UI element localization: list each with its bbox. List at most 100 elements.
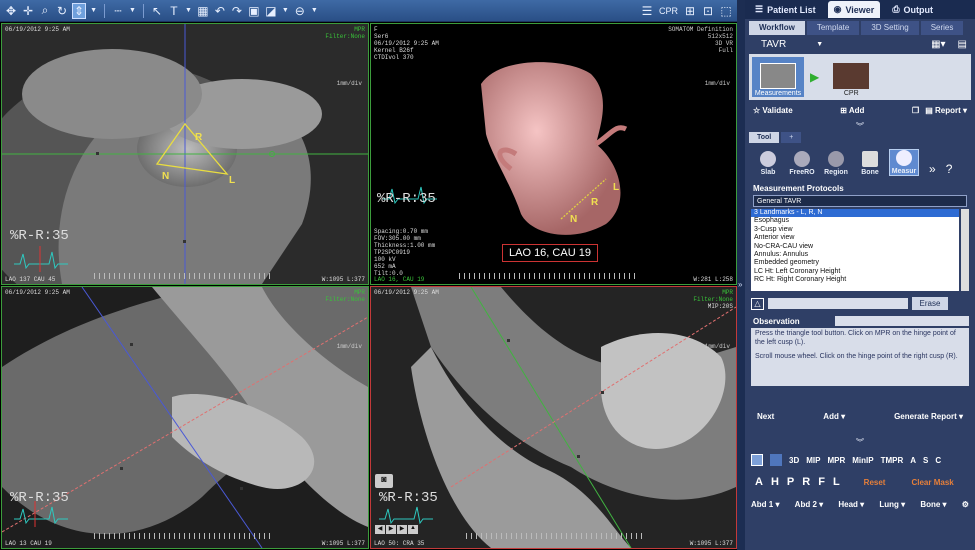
play-icon[interactable]: ▶ (810, 70, 819, 84)
chevron-down-icon[interactable]: ▼ (128, 3, 137, 19)
mode-3d[interactable]: 3D (789, 456, 799, 465)
mpr-viewport-top-left[interactable]: 06/19/2012 9:25 AM MPR Filter:None 1mm/d… (1, 23, 369, 285)
erase-button[interactable]: Erase (912, 297, 948, 310)
tab-workflow[interactable]: Workflow (749, 21, 805, 35)
clear-mask-button[interactable]: Clear Mask (911, 478, 953, 487)
link-icon[interactable]: ⊖ (293, 3, 307, 19)
mode-minip[interactable]: MinIP (852, 456, 873, 465)
chevron-down-icon[interactable]: ▼ (89, 3, 98, 19)
mpr-viewport-bottom-right[interactable]: 06/19/2012 9:25 AM MPR Filter:None MIP:2… (370, 286, 737, 549)
color-map-icon[interactable]: ◪ (264, 3, 278, 19)
window-level-icon[interactable]: ⇕ (72, 2, 87, 19)
validate-button[interactable]: ☆ Validate (753, 106, 793, 115)
copy-icon[interactable]: ❐ (912, 106, 919, 115)
panel-splitter[interactable]: » (737, 0, 745, 550)
list-item[interactable]: 3-Cusp view (751, 226, 959, 234)
mode-tmpr[interactable]: TMPR (881, 456, 904, 465)
snapshot-icon[interactable]: ▣ (247, 3, 261, 19)
play-icon[interactable]: ▶ (386, 525, 396, 534)
tool-bone[interactable]: Bone (855, 151, 885, 176)
mode-mip[interactable]: MIP (806, 456, 820, 465)
orient-a[interactable]: A (755, 476, 763, 488)
cpr-label[interactable]: CPR (658, 3, 679, 19)
triangle-tool-icon[interactable]: △ (751, 297, 764, 310)
next-button[interactable]: Next (757, 412, 774, 421)
mode-s[interactable]: S (923, 456, 928, 465)
redo-icon[interactable]: ↷ (230, 3, 244, 19)
rotate-icon[interactable]: ↻ (55, 3, 69, 19)
chevron-down-icon[interactable]: ︾ (745, 437, 975, 448)
orient-h[interactable]: H (771, 476, 779, 488)
list-item[interactable]: 3 Landmarks - L, R, N (751, 209, 959, 218)
tab-add[interactable]: + (781, 132, 802, 143)
fullscreen-icon[interactable]: ⬚ (719, 3, 733, 19)
protocol-select[interactable]: General TAVR (753, 195, 967, 207)
list-item[interactable]: RC Ht: Right Coronary Height (751, 276, 959, 284)
orient-f[interactable]: F (818, 476, 825, 488)
list-icon[interactable]: ☰ (640, 3, 654, 19)
undo-icon[interactable]: ↶ (213, 3, 227, 19)
preset-bone[interactable]: Bone ▾ (920, 500, 946, 509)
orient-l[interactable]: L (833, 476, 840, 488)
mode-mpr[interactable]: MPR (827, 456, 845, 465)
clipboard-icon[interactable]: ▤ (958, 39, 967, 50)
camera-icon[interactable]: ◙ (375, 474, 393, 488)
zoom-icon[interactable]: ⌕ (38, 3, 52, 19)
list-item[interactable]: Annulus: Annulus (751, 251, 959, 259)
tool-slab[interactable]: Slab (753, 151, 783, 176)
preset-lung[interactable]: Lung ▾ (879, 500, 905, 509)
reset-button[interactable]: Reset (864, 478, 886, 487)
thumb-cpr[interactable]: CPR (825, 57, 877, 97)
grid-icon[interactable]: ▦ (196, 3, 210, 19)
layout-icon[interactable]: ⊡ (701, 3, 715, 19)
help-icon[interactable]: ? (940, 162, 953, 176)
list-item[interactable]: Embedded geometry (751, 259, 959, 267)
generate-report-button[interactable]: Generate Report ▾ (894, 412, 963, 421)
ruler-icon[interactable]: ┄ (111, 3, 125, 19)
add-button[interactable]: ⊞ Add (840, 106, 864, 115)
tool-measure[interactable]: Measur (889, 149, 919, 176)
mode-a[interactable]: A (910, 456, 916, 465)
3d-viewport-top-right[interactable]: F Ser6 06/19/2012 9:25 AM Kernel B26f CT… (370, 23, 737, 285)
chevron-down-icon[interactable]: ︾ (745, 121, 975, 132)
single-view-icon[interactable] (751, 454, 763, 466)
tool-region[interactable]: Region (821, 151, 851, 176)
list-item[interactable]: Anterior view (751, 234, 959, 242)
tab-tool[interactable]: Tool (749, 132, 780, 143)
preset-abd-1[interactable]: Abd 1 ▾ (751, 500, 779, 509)
tab-series[interactable]: Series (920, 21, 964, 35)
next-icon[interactable]: ▶ (397, 525, 407, 534)
report-button[interactable]: ▤ Report ▾ (925, 106, 967, 115)
thumb-measurements[interactable]: Measurements (752, 57, 804, 97)
chevron-down-icon[interactable]: ▼ (184, 3, 193, 19)
preset-head[interactable]: Head ▾ (838, 500, 864, 509)
collapse-icon[interactable]: » (738, 280, 742, 289)
nav-viewer[interactable]: ◉ Viewer (827, 1, 881, 18)
text-icon[interactable]: T (167, 3, 181, 19)
mpr-viewport-bottom-left[interactable]: 06/19/2012 9:25 AM MPR Filter:None 1mm/d… (1, 286, 369, 549)
loop-icon[interactable]: ▲ (408, 525, 418, 534)
chevron-down-icon[interactable]: ▼ (281, 3, 290, 19)
pointer-icon[interactable]: ↖ (150, 3, 164, 19)
tab-template[interactable]: Template (806, 21, 860, 35)
list-item[interactable]: No-CRA-CAU view (751, 243, 959, 251)
quad-view-icon[interactable] (770, 454, 782, 466)
preset-abd-2[interactable]: Abd 2 ▾ (795, 500, 823, 509)
mode-c[interactable]: C (935, 456, 941, 465)
add-measurement-button[interactable]: Add ▾ (823, 412, 845, 421)
protocol-dropdown[interactable]: TAVR ▼ (753, 39, 823, 50)
observation-input[interactable] (835, 316, 969, 326)
orient-r[interactable]: R (802, 476, 810, 488)
nav-patient-list[interactable]: ☰ Patient List (749, 1, 822, 18)
measurement-field[interactable] (768, 298, 908, 309)
nav-output[interactable]: ⎙ Output (886, 1, 939, 18)
settings-icon[interactable]: ⚙ (962, 500, 969, 509)
prev-icon[interactable]: ◀ (375, 525, 385, 534)
list-scrollbar[interactable] (961, 209, 969, 291)
orient-p[interactable]: P (787, 476, 794, 488)
list-item[interactable]: Esophagus (751, 217, 959, 225)
grid-layout-icon[interactable]: ▦▾ (931, 39, 945, 50)
chevron-down-icon[interactable]: ▼ (310, 3, 319, 19)
move-icon[interactable]: ✛ (21, 3, 35, 19)
tool-freero[interactable]: FreeRO (787, 151, 817, 176)
